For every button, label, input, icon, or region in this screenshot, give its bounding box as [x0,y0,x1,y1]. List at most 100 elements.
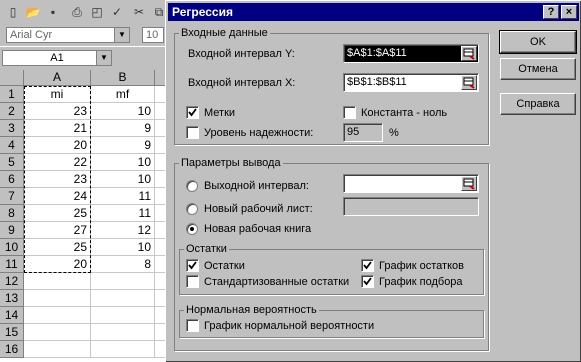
help-title-button[interactable]: ? [543,5,559,19]
cell-b[interactable] [91,307,155,324]
cell-a[interactable]: mi [24,86,91,103]
normal-plot-label: График нормальной вероятности [204,320,375,332]
ok-button[interactable]: OK [499,30,577,54]
new-sheet-field[interactable] [343,197,479,216]
dialog-titlebar[interactable]: Регрессия ? × [168,3,579,21]
font-name-value: Arial Cyr [10,29,53,41]
const-zero-checkbox[interactable] [343,106,356,119]
normal-plot-checkbox[interactable] [186,319,199,332]
row-header[interactable]: 14 [0,307,24,324]
cell-b[interactable]: 10 [91,239,155,256]
help-button[interactable]: Справка [500,93,576,115]
column-header-a[interactable]: A [24,70,91,86]
cell-b[interactable]: mf [91,86,155,103]
cell-a[interactable] [24,324,91,341]
range-picker-icon[interactable] [461,46,477,61]
row-header[interactable]: 13 [0,290,24,307]
name-box[interactable]: A1 ▼ [2,50,112,66]
column-header-b[interactable]: B [91,70,155,86]
cell-b[interactable] [91,273,155,290]
range-picker-icon[interactable] [461,176,477,191]
row-header[interactable]: 5 [0,154,24,171]
cell-a[interactable]: 24 [24,188,91,205]
row-header[interactable]: 16 [0,341,24,358]
residual-plots-label: График остатков [379,260,464,272]
row-header[interactable]: 7 [0,188,24,205]
row-header[interactable]: 11 [0,256,24,273]
row-header[interactable]: 10 [0,239,24,256]
input-y-label: Входной интервал Y: [188,48,295,60]
cell-b[interactable]: 10 [91,103,155,120]
cell-a[interactable]: 27 [24,222,91,239]
row-header[interactable]: 4 [0,137,24,154]
new-icon[interactable]: ▯ [4,3,22,21]
cell-a[interactable]: 25 [24,239,91,256]
cell-a[interactable]: 20 [24,256,91,273]
cell-b[interactable]: 8 [91,256,155,273]
cell-a[interactable]: 23 [24,103,91,120]
chevron-down-icon[interactable]: ▼ [114,28,129,42]
row-header[interactable]: 9 [0,222,24,239]
row-header[interactable]: 12 [0,273,24,290]
residuals-checkbox[interactable] [186,259,199,272]
cell-a[interactable] [24,273,91,290]
cancel-button[interactable]: Отмена [500,58,576,80]
cut-icon[interactable]: ✂ [130,3,148,21]
input-x-value: $B$1:$B$11 [347,76,407,88]
output-range-field[interactable] [343,174,479,193]
cell-a[interactable]: 22 [24,154,91,171]
range-picker-icon[interactable] [461,75,477,90]
row-header[interactable]: 6 [0,171,24,188]
input-y-value: $A$1:$A$11 [347,47,407,59]
input-x-field[interactable]: $B$1:$B$11 [343,73,479,92]
output-range-radio[interactable] [186,180,198,192]
regression-dialog: Регрессия ? × Входные данные Входной инт… [165,0,581,362]
confidence-checkbox[interactable] [186,126,199,139]
line-fit-plots-checkbox[interactable] [361,275,374,288]
cell-b[interactable]: 10 [91,171,155,188]
cell-b[interactable] [91,290,155,307]
row-header[interactable]: 15 [0,324,24,341]
new-book-label: Новая рабочая книга [204,223,312,235]
const-zero-label: Константа - ноль [361,107,448,119]
confidence-field[interactable]: 95 [343,123,383,142]
new-sheet-radio[interactable] [186,203,198,215]
row-header[interactable]: 2 [0,103,24,120]
new-book-radio[interactable] [186,223,198,235]
cell-b[interactable]: 9 [91,120,155,137]
spelling-icon[interactable]: ✓ [108,3,126,21]
labels-checkbox[interactable] [186,106,199,119]
row-header[interactable]: 1 [0,86,24,103]
select-all-corner[interactable] [0,70,24,86]
std-residuals-checkbox[interactable] [186,275,199,288]
cell-a[interactable] [24,341,91,358]
input-y-field[interactable]: $A$1:$A$11 [343,44,479,63]
cell-a[interactable]: 25 [24,205,91,222]
font-size-select[interactable]: 10 [142,27,164,43]
input-data-legend: Входные данные [179,27,270,40]
close-button[interactable]: × [561,5,577,19]
save-icon[interactable]: ▪ [44,3,62,21]
row-header[interactable]: 3 [0,120,24,137]
cell-b[interactable]: 12 [91,222,155,239]
cell-b[interactable]: 11 [91,205,155,222]
cell-a[interactable] [24,307,91,324]
font-name-select[interactable]: Arial Cyr ▼ [6,27,130,43]
cell-b[interactable]: 9 [91,137,155,154]
cell-a[interactable]: 21 [24,120,91,137]
cell-a[interactable]: 20 [24,137,91,154]
cell-b[interactable] [91,324,155,341]
row-header[interactable]: 8 [0,205,24,222]
residual-plots-checkbox[interactable] [361,259,374,272]
cell-a[interactable] [24,290,91,307]
cell-b[interactable]: 11 [91,188,155,205]
cell-a[interactable]: 23 [24,171,91,188]
chevron-down-icon[interactable]: ▼ [96,51,111,65]
print-icon[interactable]: ⎙ [68,3,86,21]
cell-b[interactable]: 10 [91,154,155,171]
spreadsheet-grid[interactable]: A B 1 mi mf 2 23 10 3 21 9 4 20 9 5 22 10 6 23 10 7 24 11 8 25… [0,70,175,362]
cell-b[interactable] [91,341,155,358]
print-preview-icon[interactable]: ◰ [88,3,106,21]
open-icon[interactable]: 📂 [24,3,42,21]
output-options-legend: Параметры вывода [179,157,283,170]
